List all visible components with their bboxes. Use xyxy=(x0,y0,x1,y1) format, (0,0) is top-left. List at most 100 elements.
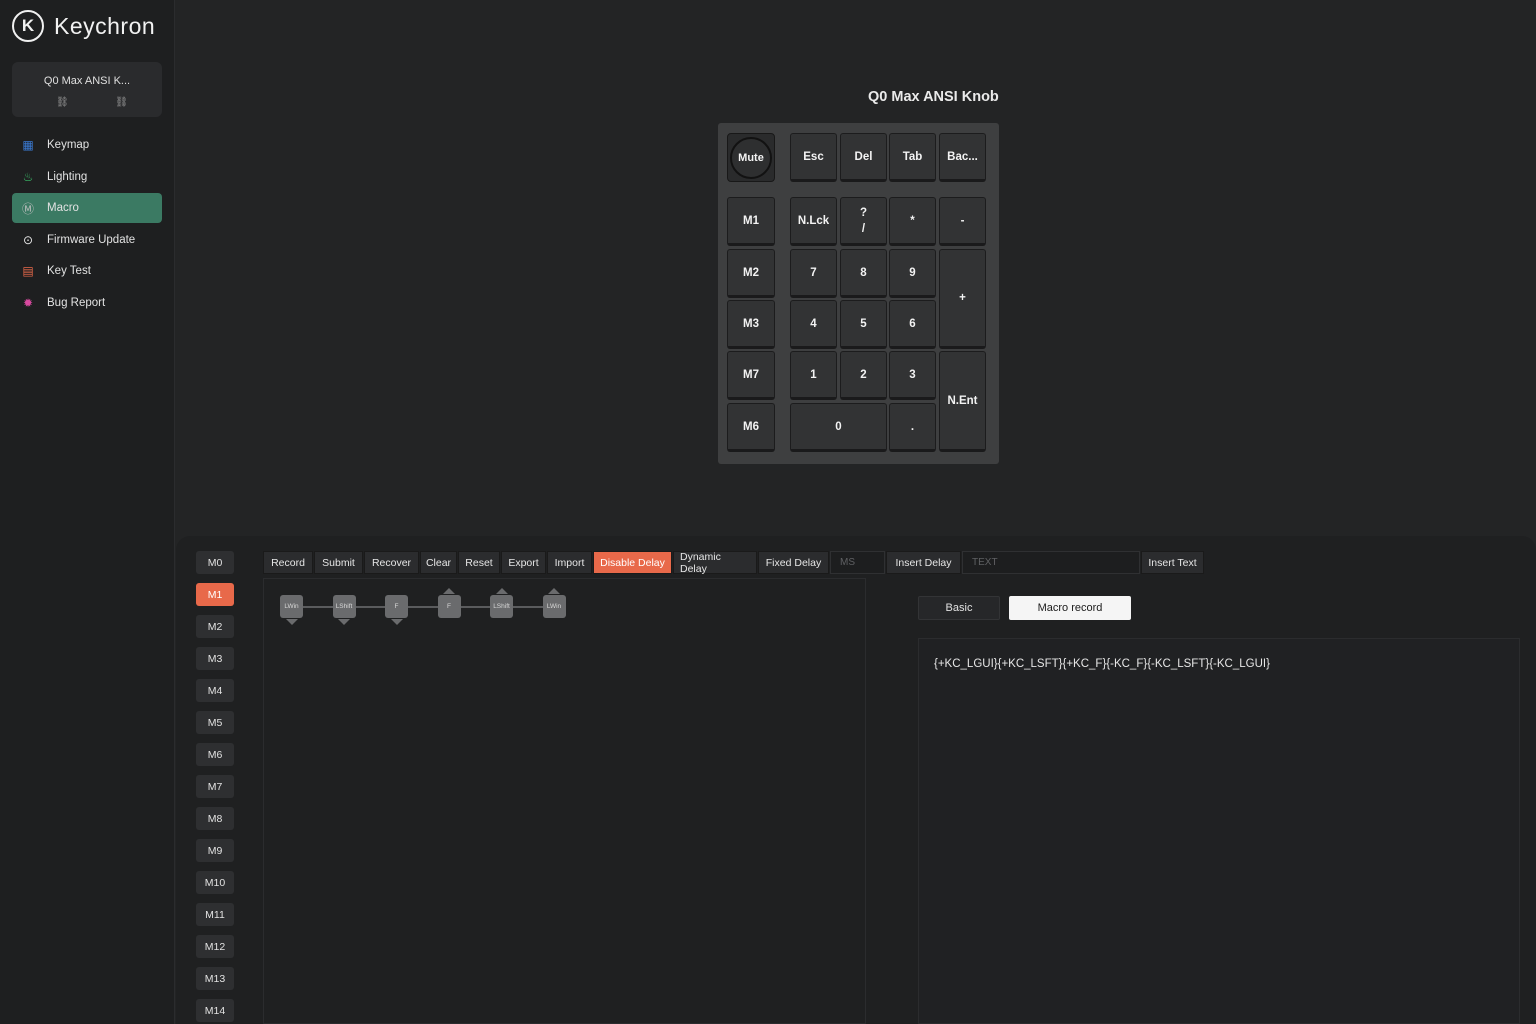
export-button[interactable]: Export xyxy=(501,551,546,574)
tab-macro-record[interactable]: Macro record xyxy=(1009,596,1131,620)
key-test-icon: ▤ xyxy=(22,264,34,278)
sidebar-item-macro[interactable]: Ⓜ Macro xyxy=(12,193,162,223)
sidebar-item-keymap[interactable]: ▦ Keymap xyxy=(12,130,162,160)
macro-item-m11[interactable]: M11 xyxy=(196,903,234,926)
key-m7[interactable]: M7 xyxy=(727,351,775,400)
key-down-arrow-icon xyxy=(285,619,298,625)
key-tab[interactable]: Tab xyxy=(889,133,936,182)
tab-basic[interactable]: Basic xyxy=(918,596,1000,620)
key-1[interactable]: 1 xyxy=(790,351,837,400)
macro-item-m3[interactable]: M3 xyxy=(196,647,234,670)
key-minus[interactable]: - xyxy=(939,197,986,246)
macro-panel: M0 M1 M2 M3 M4 M5 M6 M7 M8 M9 M10 M11 M12 M13 M14 Reco… xyxy=(176,536,1536,1024)
macro-item-m4[interactable]: M4 xyxy=(196,679,234,702)
macro-item-m6[interactable]: M6 xyxy=(196,743,234,766)
link-icon[interactable]: ⛓ xyxy=(56,97,69,108)
key-m6[interactable]: M6 xyxy=(727,403,775,452)
reset-button[interactable]: Reset xyxy=(458,551,500,574)
record-button[interactable]: Record xyxy=(263,551,313,574)
key-m1[interactable]: M1 xyxy=(727,197,775,246)
macro-sequence-editor[interactable]: LWin LShift F F LShift LWin xyxy=(263,578,866,1024)
sequence-key[interactable]: F xyxy=(437,595,461,618)
sidebar-item-firmware-update[interactable]: ⊙ Firmware Update xyxy=(12,225,162,255)
key-m2[interactable]: M2 xyxy=(727,249,775,298)
import-button[interactable]: Import xyxy=(547,551,592,574)
macro-item-m10[interactable]: M10 xyxy=(196,871,234,894)
sequence-key[interactable]: F xyxy=(385,595,408,618)
macro-list: M0 M1 M2 M3 M4 M5 M6 M7 M8 M9 M10 M11 M12 M13 M14 xyxy=(196,551,234,1024)
macro-item-m5[interactable]: M5 xyxy=(196,711,234,734)
keyboard-title: Q0 Max ANSI Knob xyxy=(868,89,999,105)
macro-item-m7[interactable]: M7 xyxy=(196,775,234,798)
sidebar-item-bug-report[interactable]: ✹ Bug Report xyxy=(12,288,162,318)
link-icon[interactable]: ⛓ xyxy=(115,97,128,108)
key-decimal[interactable]: . xyxy=(889,403,936,452)
keychron-logo-icon: K xyxy=(12,10,44,42)
macro-item-m9[interactable]: M9 xyxy=(196,839,234,862)
knob-mute[interactable]: Mute xyxy=(730,136,772,179)
sequence-key[interactable]: LShift xyxy=(490,595,513,618)
app-window: K Keychron Q0 Max ANSI K... ⛓ ⛓ ▦ Keymap ♨… xyxy=(0,0,1536,1024)
key-asterisk[interactable]: * xyxy=(889,197,936,246)
key-slash-bottom: / xyxy=(861,222,866,235)
key-up-arrow-icon xyxy=(443,588,455,594)
clear-button[interactable]: Clear xyxy=(420,551,457,574)
brand: K Keychron xyxy=(12,10,155,42)
disable-delay-button[interactable]: Disable Delay xyxy=(593,551,672,574)
bug-icon: ✹ xyxy=(22,295,34,310)
dynamic-delay-button[interactable]: Dynamic Delay xyxy=(673,551,757,575)
device-links: ⛓ ⛓ xyxy=(56,97,128,108)
key-num-enter[interactable]: N.Ent xyxy=(939,351,986,452)
sidebar-item-key-test[interactable]: ▤ Key Test xyxy=(12,256,162,286)
sequence-key[interactable]: LShift xyxy=(332,595,356,618)
delay-ms-input[interactable] xyxy=(830,551,885,574)
macro-item-m13[interactable]: M13 xyxy=(196,967,234,990)
sequence-key[interactable]: LWin xyxy=(542,595,566,618)
insert-delay-button[interactable]: Insert Delay xyxy=(886,551,961,574)
key-9[interactable]: 9 xyxy=(889,249,936,298)
key-m3[interactable]: M3 xyxy=(727,300,775,349)
key-down-arrow-icon xyxy=(390,619,403,625)
macro-icon: Ⓜ xyxy=(21,201,34,216)
sidebar-item-label: Bug Report xyxy=(47,296,106,309)
sequence-line xyxy=(280,606,555,608)
firmware-icon: ⊙ xyxy=(22,232,34,247)
key-8[interactable]: 8 xyxy=(840,249,887,298)
fixed-delay-button[interactable]: Fixed Delay xyxy=(758,551,829,574)
macro-item-m0[interactable]: M0 xyxy=(196,551,234,574)
key-plus[interactable]: + xyxy=(939,249,986,349)
key-4[interactable]: 4 xyxy=(790,300,837,349)
macro-item-m14[interactable]: M14 xyxy=(196,999,234,1022)
macro-code-text: {+KC_LGUI}{+KC_LSFT}{+KC_F}{-KC_F}{-KC_L… xyxy=(934,658,1270,670)
macro-item-m8[interactable]: M8 xyxy=(196,807,234,830)
macro-item-m1[interactable]: M1 xyxy=(196,583,234,606)
key-5[interactable]: 5 xyxy=(840,300,887,349)
key-del[interactable]: Del xyxy=(840,133,887,182)
insert-text-button[interactable]: Insert Text xyxy=(1141,551,1204,574)
key-0[interactable]: 0 xyxy=(790,403,887,452)
macro-item-m2[interactable]: M2 xyxy=(196,615,234,638)
key-6[interactable]: 6 xyxy=(889,300,936,349)
text-input[interactable] xyxy=(962,551,1140,574)
key-2[interactable]: 2 xyxy=(840,351,887,400)
key-up-arrow-icon xyxy=(548,588,560,594)
key-down-arrow-icon xyxy=(338,619,350,625)
sidebar-item-label: Macro xyxy=(47,202,79,214)
key-up-arrow-icon xyxy=(495,588,508,594)
sidebar-item-lighting[interactable]: ♨ Lighting xyxy=(12,162,162,192)
sequence-key[interactable]: LWin xyxy=(280,595,303,618)
key-num-lock[interactable]: N.Lck xyxy=(790,197,837,246)
knob-frame[interactable]: Mute xyxy=(727,133,775,182)
brand-name: Keychron xyxy=(54,12,156,39)
key-slash[interactable]: ? / xyxy=(840,197,887,246)
key-esc[interactable]: Esc xyxy=(790,133,837,182)
device-card[interactable]: Q0 Max ANSI K... ⛓ ⛓ xyxy=(12,62,162,117)
macro-item-m12[interactable]: M12 xyxy=(196,935,234,958)
submit-button[interactable]: Submit xyxy=(314,551,363,574)
key-3[interactable]: 3 xyxy=(889,351,936,400)
recover-button[interactable]: Recover xyxy=(364,551,419,574)
sidebar-nav: ▦ Keymap ♨ Lighting Ⓜ Macro ⊙ Firmware Update ▤ K… xyxy=(12,130,162,319)
key-backspace[interactable]: Bac... xyxy=(939,133,986,182)
macro-code-area[interactable]: {+KC_LGUI}{+KC_LSFT}{+KC_F}{-KC_F}{-KC_L… xyxy=(918,638,1520,1024)
key-7[interactable]: 7 xyxy=(790,249,837,298)
